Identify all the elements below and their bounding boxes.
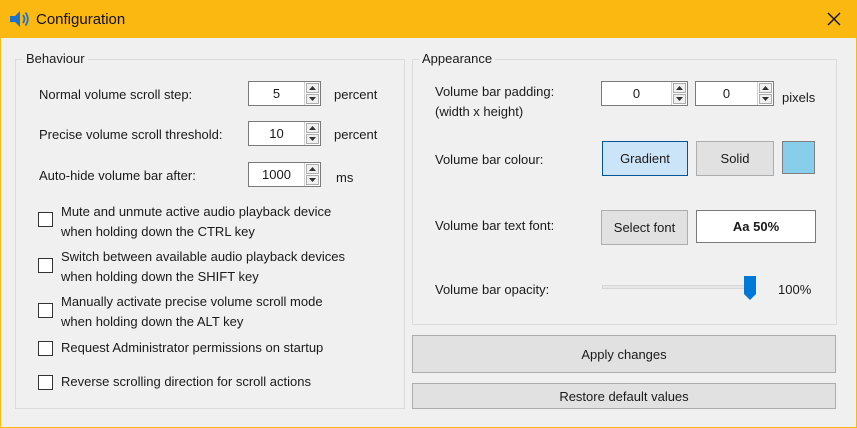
behaviour-group-label: Behaviour bbox=[23, 51, 88, 66]
padding-width-value[interactable]: 0 bbox=[602, 82, 671, 105]
padding-width-down-button[interactable] bbox=[673, 94, 686, 104]
colour-label: Volume bar colour: bbox=[435, 152, 544, 167]
padding-label-line2: (width x height) bbox=[435, 104, 524, 119]
padding-width-up-button[interactable] bbox=[673, 83, 686, 93]
arrow-up-icon bbox=[676, 86, 683, 90]
autohide-label: Auto-hide volume bar after: bbox=[39, 168, 196, 183]
alt-precise-label-line2: when holding down the ALT key bbox=[61, 314, 244, 329]
reverse-scroll-checkbox[interactable] bbox=[38, 375, 53, 390]
padding-height-stepper[interactable]: 0 bbox=[695, 81, 774, 106]
arrow-up-icon bbox=[309, 167, 316, 171]
ctrl-mute-label-line1: Mute and unmute active audio playback de… bbox=[61, 204, 332, 219]
padding-height-up-button[interactable] bbox=[759, 83, 772, 93]
scroll-step-value[interactable]: 5 bbox=[249, 82, 304, 105]
arrow-up-icon bbox=[309, 86, 316, 90]
window-title: Configuration bbox=[36, 11, 126, 28]
scroll-step-down-button[interactable] bbox=[306, 94, 319, 104]
shift-switch-label-line1: Switch between available audio playback … bbox=[61, 249, 346, 264]
opacity-slider-thumb[interactable] bbox=[744, 276, 756, 300]
ctrl-mute-label-line2: when holding down the CTRL key bbox=[61, 224, 255, 239]
arrow-up-icon bbox=[309, 126, 316, 130]
arrow-up-icon bbox=[762, 86, 769, 90]
shift-switch-label[interactable]: Switch between available audio playback … bbox=[61, 247, 345, 287]
autohide-value[interactable]: 1000 bbox=[249, 163, 304, 186]
arrow-down-icon bbox=[676, 97, 683, 101]
padding-label: Volume bar padding: (width x height) bbox=[435, 82, 554, 122]
padding-unit: pixels bbox=[782, 90, 816, 105]
padding-height-value[interactable]: 0 bbox=[696, 82, 757, 105]
gradient-button[interactable]: Gradient bbox=[602, 141, 688, 176]
font-preview: Aa 50% bbox=[696, 210, 816, 243]
autohide-down-button[interactable] bbox=[306, 175, 319, 185]
solid-button[interactable]: Solid bbox=[696, 141, 774, 176]
font-label: Volume bar text font: bbox=[435, 218, 555, 233]
padding-height-down-button[interactable] bbox=[759, 94, 772, 104]
ctrl-mute-label[interactable]: Mute and unmute active audio playback de… bbox=[61, 202, 331, 242]
precise-threshold-value[interactable]: 10 bbox=[249, 122, 304, 145]
alt-precise-label[interactable]: Manually activate precise volume scroll … bbox=[61, 292, 323, 332]
select-font-button[interactable]: Select font bbox=[601, 210, 688, 245]
opacity-slider-track[interactable] bbox=[602, 285, 756, 289]
arrow-down-icon bbox=[309, 137, 316, 141]
close-button[interactable] bbox=[811, 0, 857, 38]
reverse-scroll-label[interactable]: Reverse scrolling direction for scroll a… bbox=[61, 372, 311, 392]
speaker-icon bbox=[10, 11, 29, 27]
arrow-down-icon bbox=[309, 178, 316, 182]
autohide-up-button[interactable] bbox=[306, 164, 319, 174]
scroll-step-label: Normal volume scroll step: bbox=[39, 87, 193, 102]
apply-changes-button[interactable]: Apply changes bbox=[412, 335, 836, 373]
autohide-unit: ms bbox=[336, 170, 354, 185]
title-bar: Configuration bbox=[0, 0, 857, 38]
scroll-step-up-button[interactable] bbox=[306, 83, 319, 93]
opacity-value: 100% bbox=[778, 282, 812, 297]
arrow-down-icon bbox=[309, 97, 316, 101]
restore-defaults-button[interactable]: Restore default values bbox=[412, 383, 836, 409]
admin-startup-label[interactable]: Request Administrator permissions on sta… bbox=[61, 338, 323, 358]
arrow-down-icon bbox=[762, 97, 769, 101]
appearance-group-label: Appearance bbox=[419, 51, 496, 66]
shift-switch-label-line2: when holding down the SHIFT key bbox=[61, 269, 259, 284]
colour-swatch[interactable] bbox=[782, 141, 815, 174]
precise-threshold-unit: percent bbox=[334, 127, 378, 142]
admin-startup-checkbox[interactable] bbox=[38, 341, 53, 356]
opacity-label: Volume bar opacity: bbox=[435, 282, 550, 297]
alt-precise-checkbox[interactable] bbox=[38, 303, 53, 318]
precise-threshold-up-button[interactable] bbox=[306, 123, 319, 133]
scroll-step-stepper[interactable]: 5 bbox=[248, 81, 321, 106]
alt-precise-label-line1: Manually activate precise volume scroll … bbox=[61, 294, 323, 309]
padding-width-stepper[interactable]: 0 bbox=[601, 81, 688, 106]
scroll-step-unit: percent bbox=[334, 87, 378, 102]
precise-threshold-label: Precise volume scroll threshold: bbox=[39, 127, 223, 142]
shift-switch-checkbox[interactable] bbox=[38, 258, 53, 273]
close-icon bbox=[827, 12, 841, 26]
padding-label-line1: Volume bar padding: bbox=[435, 84, 555, 99]
ctrl-mute-checkbox[interactable] bbox=[38, 212, 53, 227]
autohide-stepper[interactable]: 1000 bbox=[248, 162, 321, 187]
precise-threshold-down-button[interactable] bbox=[306, 134, 319, 144]
precise-threshold-stepper[interactable]: 10 bbox=[248, 121, 321, 146]
